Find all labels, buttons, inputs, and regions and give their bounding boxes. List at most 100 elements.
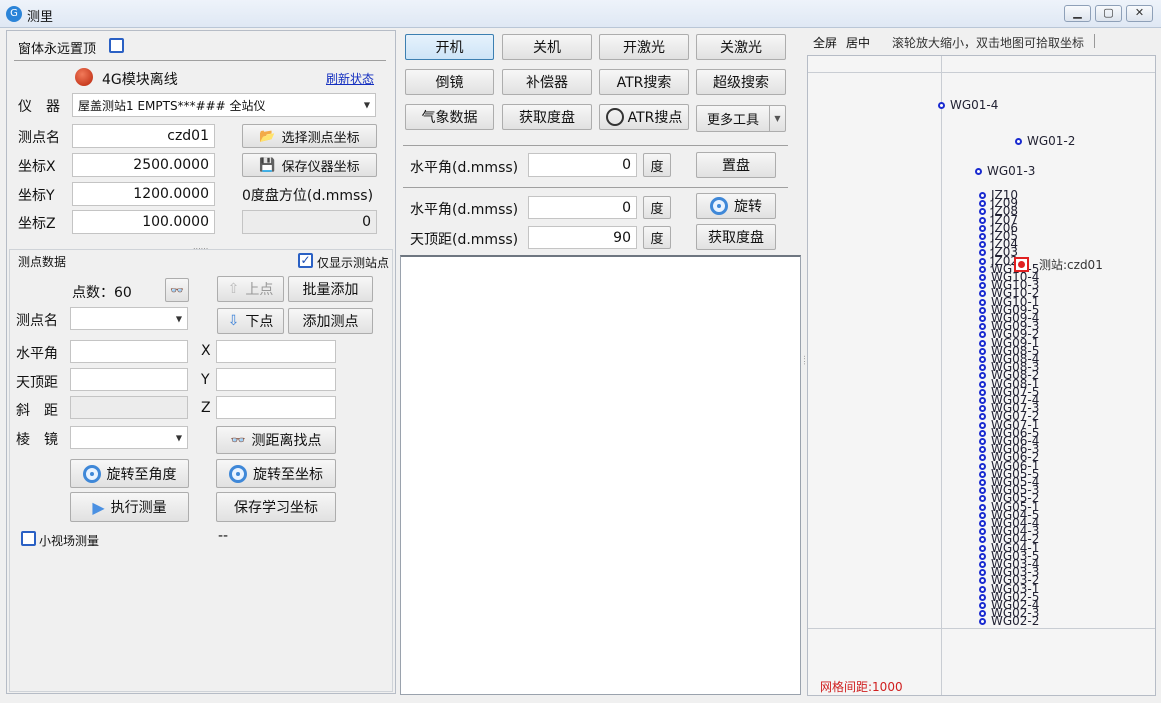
- zenith-input[interactable]: [70, 368, 188, 391]
- x-input[interactable]: [216, 340, 336, 363]
- face-swap-button[interactable]: 倒镜: [405, 69, 494, 95]
- map-point-marker[interactable]: [979, 224, 986, 232]
- map-point-marker[interactable]: [979, 216, 986, 224]
- map-point-marker[interactable]: [979, 339, 986, 347]
- map-point-marker[interactable]: [979, 585, 986, 593]
- hz-angle-set-input[interactable]: 0: [528, 153, 637, 177]
- map-point-marker[interactable]: [979, 528, 986, 536]
- degree-unit-button[interactable]: 度: [643, 153, 671, 177]
- compensator-button[interactable]: 补偿器: [502, 69, 592, 95]
- map-point-marker[interactable]: [979, 438, 986, 445]
- maximize-button[interactable]: ▢: [1095, 5, 1122, 22]
- save-instrument-coord-button[interactable]: 💾 保存仪器坐标: [242, 153, 377, 177]
- map-point-marker[interactable]: [979, 200, 986, 208]
- small-view-checkbox[interactable]: [21, 531, 36, 546]
- laser-off-button[interactable]: 关激光: [696, 34, 786, 60]
- y-input[interactable]: [216, 368, 336, 391]
- map-point-marker[interactable]: [979, 503, 986, 511]
- map-point-marker[interactable]: [979, 306, 986, 314]
- map-point-marker[interactable]: [979, 544, 986, 552]
- weather-data-button[interactable]: 气象数据: [405, 104, 494, 130]
- rotate-to-angle-button[interactable]: 旋转至角度: [70, 459, 189, 488]
- map-point-marker[interactable]: [979, 233, 986, 240]
- power-off-button[interactable]: 关机: [502, 34, 592, 60]
- refresh-status-link[interactable]: 刷新状态: [326, 70, 374, 87]
- map-point-marker[interactable]: [979, 413, 986, 421]
- minimize-button[interactable]: ▁: [1064, 5, 1091, 22]
- coord-x-input[interactable]: 2500.0000: [72, 153, 215, 177]
- super-search-button[interactable]: 超级搜索: [696, 69, 786, 95]
- map-point-marker[interactable]: [979, 208, 986, 216]
- map-point-marker[interactable]: [979, 421, 986, 429]
- map-point-marker[interactable]: [979, 487, 986, 495]
- map-point-marker[interactable]: [979, 323, 986, 331]
- get-circle-button[interactable]: 获取度盘: [696, 224, 776, 250]
- get-circle-reading-button[interactable]: 获取度盘: [502, 104, 592, 130]
- center-button[interactable]: 居中: [846, 34, 870, 51]
- map-point-marker[interactable]: [979, 577, 986, 585]
- next-point-button[interactable]: ⇩ 下点: [217, 308, 284, 334]
- degree-unit-button[interactable]: 度: [643, 196, 671, 219]
- binoculars-search-button[interactable]: 👓: [165, 278, 189, 302]
- rotate-to-coord-button[interactable]: 旋转至坐标: [216, 459, 336, 488]
- map-point-marker[interactable]: [979, 388, 986, 396]
- find-point-by-distance-button[interactable]: 👓 测距离找点: [216, 426, 336, 454]
- map-point-marker[interactable]: [979, 249, 986, 257]
- map-point-marker[interactable]: [979, 380, 986, 388]
- map-point-marker[interactable]: [979, 593, 986, 601]
- map-point-marker[interactable]: [979, 397, 986, 404]
- map-canvas[interactable]: WG01-4 WG01-2 WG01-3 JZ10 JZ09 JZ08 JZ07 JZ06 JZ…: [807, 55, 1156, 696]
- degree-unit-button[interactable]: 度: [643, 226, 671, 249]
- map-point-marker[interactable]: [979, 470, 986, 478]
- map-point-marker[interactable]: [979, 405, 986, 413]
- map-point-marker[interactable]: [979, 479, 986, 486]
- map-point-marker[interactable]: [979, 356, 986, 363]
- only-station-checkbox[interactable]: [298, 253, 313, 268]
- fullscreen-button[interactable]: 全屏: [813, 34, 837, 51]
- map-point-marker[interactable]: [979, 462, 986, 470]
- hz-angle-rotate-input[interactable]: 0: [528, 196, 637, 219]
- map-point-marker[interactable]: [979, 372, 986, 380]
- map-point-marker[interactable]: [979, 618, 986, 626]
- map-point-marker[interactable]: [979, 241, 986, 249]
- zenith-rotate-input[interactable]: 90: [528, 226, 637, 249]
- prev-point-button[interactable]: ⇧ 上点: [217, 276, 284, 302]
- output-log[interactable]: [400, 255, 801, 695]
- map-point-marker[interactable]: [979, 454, 986, 462]
- atr-point-search-button[interactable]: ATR搜点: [599, 104, 689, 130]
- map-point-marker[interactable]: [979, 520, 986, 527]
- instrument-select[interactable]: 屋盖测站1 EMPTS***### 全站仪 ▼: [72, 93, 376, 117]
- map-point-marker[interactable]: [979, 282, 986, 290]
- topmost-checkbox[interactable]: [109, 38, 124, 53]
- z-input[interactable]: [216, 396, 336, 419]
- set-circle-button[interactable]: 置盘: [696, 152, 776, 178]
- save-learn-coord-button[interactable]: 保存学习坐标: [216, 492, 336, 522]
- atr-search-button[interactable]: ATR搜索: [599, 69, 689, 95]
- map-point-marker[interactable]: [979, 257, 986, 265]
- close-button[interactable]: ✕: [1126, 5, 1153, 22]
- map-point-marker[interactable]: [938, 102, 945, 109]
- execute-measure-button[interactable]: ▶ 执行测量: [70, 492, 189, 522]
- prism-select[interactable]: ▼: [70, 426, 188, 449]
- map-point-marker[interactable]: [979, 602, 986, 609]
- map-point-marker[interactable]: [979, 274, 986, 281]
- map-point-marker[interactable]: [979, 315, 986, 322]
- map-point-marker[interactable]: [979, 265, 986, 273]
- map-point-marker[interactable]: [975, 168, 982, 175]
- map-point-marker[interactable]: [979, 298, 986, 306]
- map-point-marker[interactable]: [979, 429, 986, 437]
- rotate-button[interactable]: 旋转: [696, 193, 776, 219]
- point-name-select[interactable]: ▼: [70, 307, 188, 330]
- map-point-marker[interactable]: [979, 364, 986, 372]
- power-on-button[interactable]: 开机: [405, 34, 494, 60]
- map-point-marker[interactable]: [979, 495, 986, 503]
- coord-y-input[interactable]: 1200.0000: [72, 182, 215, 206]
- map-point-marker[interactable]: [979, 552, 986, 560]
- batch-add-button[interactable]: 批量添加: [288, 276, 373, 302]
- add-point-button[interactable]: 添加测点: [288, 308, 373, 334]
- map-point-marker[interactable]: [979, 561, 986, 568]
- coord-z-input[interactable]: 100.0000: [72, 210, 215, 234]
- select-station-coord-button[interactable]: 📂 选择测点坐标: [242, 124, 377, 148]
- station-marker[interactable]: [1014, 257, 1029, 272]
- map-point-marker[interactable]: [979, 290, 986, 298]
